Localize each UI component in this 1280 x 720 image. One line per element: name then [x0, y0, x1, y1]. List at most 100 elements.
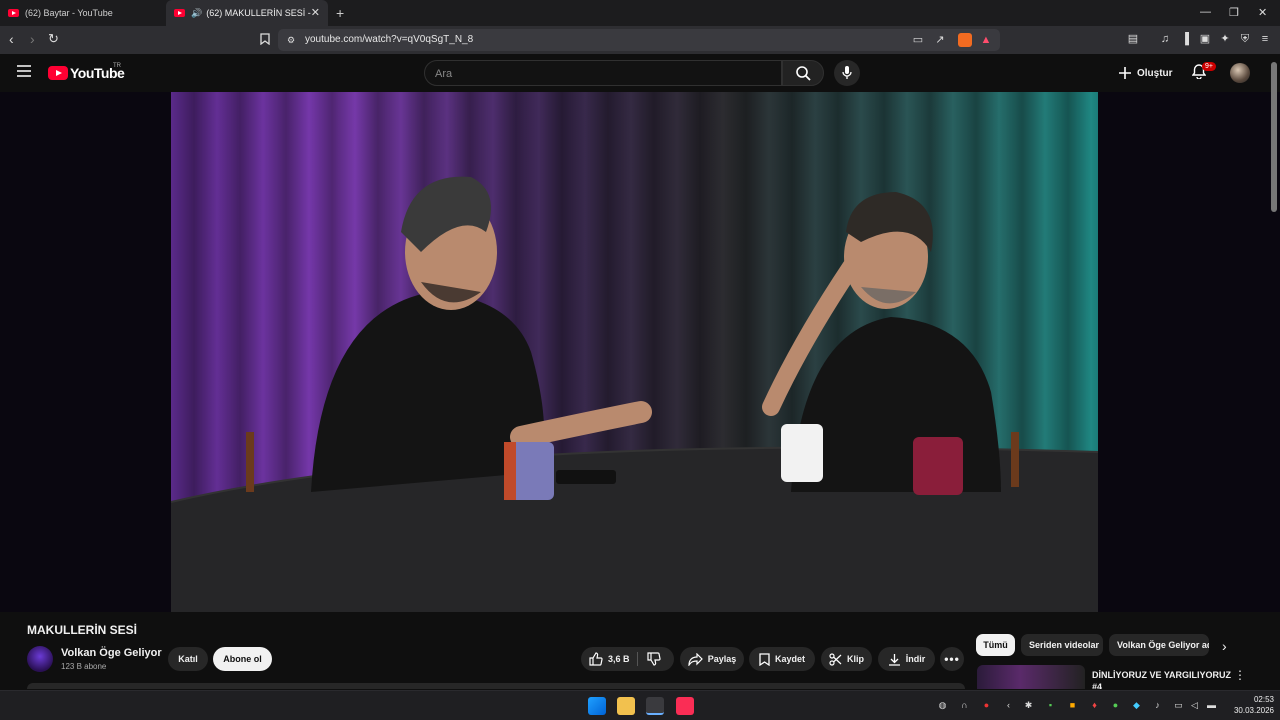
like-divider: [637, 652, 638, 666]
leo-ai-icon[interactable]: ✦: [1219, 33, 1231, 45]
join-label: Katıl: [178, 654, 198, 664]
cast-icon[interactable]: ▭: [912, 34, 924, 46]
tab-title: (62) MAKULLERİN SESİ - YouT: [206, 8, 314, 18]
tray-app-icon[interactable]: ●: [1110, 700, 1121, 711]
video-player[interactable]: [171, 92, 1098, 612]
tray-app-icon[interactable]: ♦: [1089, 700, 1100, 711]
youtube-logo-icon[interactable]: [48, 66, 68, 80]
chip-label: Volkan Öge Geliyor ad: [1117, 640, 1209, 650]
search-button[interactable]: [782, 60, 824, 86]
search-icon: [796, 66, 811, 81]
share-icon: [688, 652, 703, 666]
tray-icon[interactable]: ◍: [937, 700, 948, 711]
browser-tab-strip: (62) Baytar - YouTube 🔊 (62) MAKULLERİN …: [0, 0, 1280, 26]
search-placeholder: Ara: [435, 68, 453, 80]
brave-browser-icon[interactable]: [646, 697, 664, 715]
tray-app-icon[interactable]: ●: [981, 700, 992, 711]
clip-label: Klip: [847, 654, 864, 664]
tray-app-icon[interactable]: ◆: [1131, 700, 1142, 711]
join-button[interactable]: Katıl: [168, 647, 208, 671]
like-button[interactable]: 3,6 B: [589, 652, 630, 666]
tray-app-icon[interactable]: ‹: [1003, 700, 1014, 711]
user-avatar[interactable]: [1230, 63, 1250, 83]
sidebar-icon[interactable]: ▐: [1179, 33, 1191, 45]
new-tab-button[interactable]: +: [336, 5, 344, 21]
site-info-icon[interactable]: ⚙: [285, 34, 297, 46]
chip-all[interactable]: Tümü: [976, 634, 1015, 656]
vpn-icon[interactable]: ⛨: [1239, 33, 1251, 45]
speaker-icon[interactable]: 🔊: [191, 8, 202, 19]
description-box[interactable]: [27, 683, 965, 689]
file-explorer-icon[interactable]: [617, 697, 635, 715]
channel-name[interactable]: Volkan Öge Geliyor: [61, 647, 162, 659]
voice-search-button[interactable]: [834, 60, 860, 86]
dislike-button[interactable]: [647, 652, 666, 668]
scissors-icon: [829, 652, 842, 666]
country-code: TR: [113, 63, 121, 69]
thumbs-up-icon: [589, 652, 603, 666]
bookmark-icon[interactable]: [259, 33, 271, 46]
chip-channel[interactable]: Volkan Öge Geliyor ad: [1109, 634, 1209, 656]
download-button[interactable]: İndir: [878, 647, 935, 671]
forward-icon[interactable]: ›: [30, 31, 35, 47]
subscribe-button[interactable]: Abone ol: [213, 647, 272, 671]
more-actions-button[interactable]: •••: [940, 647, 964, 671]
clock-time[interactable]: 02:53: [1238, 695, 1274, 704]
address-bar[interactable]: ⚙ youtube.com/watch?v=qV0qSgT_N_8 ▭ ↗ ▲: [278, 29, 1000, 51]
notification-count-badge: 9+: [1202, 62, 1216, 71]
browser-toolbar: ‹ › ↻ ⚙ youtube.com/watch?v=qV0qSgT_N_8 …: [0, 26, 1280, 54]
page-scrollbar[interactable]: [1271, 62, 1277, 212]
save-label: Kaydet: [774, 654, 805, 664]
menu-icon[interactable]: ≡: [1259, 33, 1271, 45]
tab-title: (62) Baytar - YouTube: [25, 8, 113, 18]
reader-mode-icon[interactable]: ▤: [1127, 33, 1139, 45]
media-icon[interactable]: ♫: [1159, 33, 1171, 45]
video-title: MAKULLERİN SESİ: [27, 623, 138, 637]
wallet-icon[interactable]: ▣: [1199, 33, 1211, 45]
search-input[interactable]: Ara: [424, 60, 782, 86]
clock-date[interactable]: 30.03.2026: [1224, 706, 1274, 715]
share-page-icon[interactable]: ↗: [934, 34, 946, 46]
channel-avatar[interactable]: [27, 646, 53, 672]
youtube-favicon-icon: [174, 9, 185, 17]
share-button[interactable]: Paylaş: [680, 647, 744, 671]
chip-label: Seriden videolar: [1029, 640, 1100, 650]
minimize-icon[interactable]: —: [1200, 6, 1211, 18]
save-bookmark-icon: [759, 652, 770, 666]
url-text: youtube.com/watch?v=qV0qSgT_N_8: [305, 34, 474, 45]
back-icon[interactable]: ‹: [9, 31, 14, 47]
reload-icon[interactable]: ↻: [48, 31, 59, 47]
more-vertical-icon[interactable]: ⋮: [1234, 668, 1246, 682]
subscriber-count: 123 B abone: [61, 662, 107, 671]
browser-tab[interactable]: (62) Baytar - YouTube: [0, 0, 164, 26]
share-label: Paylaş: [707, 654, 737, 664]
more-horizontal-icon: •••: [944, 652, 960, 666]
recommendation-thumbnail[interactable]: [977, 665, 1085, 689]
browser-tab-active[interactable]: 🔊 (62) MAKULLERİN SESİ - YouT ✕: [166, 0, 328, 26]
close-window-icon[interactable]: ✕: [1258, 6, 1267, 19]
recommendation-title[interactable]: DİNLİYORUZ VE YARGILIYORUZ #4: [1092, 669, 1232, 689]
chip-label: Tümü: [983, 640, 1008, 650]
close-tab-icon[interactable]: ✕: [311, 6, 320, 19]
tray-app-icon[interactable]: ▪: [1045, 700, 1056, 711]
tray-app-icon[interactable]: ✱: [1023, 700, 1034, 711]
windows-start-icon[interactable]: [588, 697, 606, 715]
volume-icon[interactable]: ◁: [1189, 700, 1200, 711]
headphones-icon[interactable]: ∩: [959, 700, 970, 711]
brave-rewards-icon[interactable]: ▲: [980, 34, 992, 46]
network-icon[interactable]: ▭: [1173, 700, 1184, 711]
hamburger-menu-icon[interactable]: [17, 64, 31, 82]
save-button[interactable]: Kaydet: [749, 647, 815, 671]
download-icon: [888, 653, 900, 666]
microphone-tray-icon[interactable]: ♪: [1152, 700, 1163, 711]
restore-icon[interactable]: ❐: [1229, 6, 1239, 19]
chevron-right-icon[interactable]: ›: [1222, 638, 1227, 654]
youtube-favicon-icon: [8, 9, 19, 17]
tray-app-icon[interactable]: ■: [1067, 700, 1078, 711]
brave-shields-icon[interactable]: [958, 33, 972, 47]
clip-button[interactable]: Klip: [821, 647, 872, 671]
music-app-icon[interactable]: [676, 697, 694, 715]
create-button[interactable]: Oluştur: [1118, 63, 1173, 83]
chip-series-videos[interactable]: Seriden videolar: [1021, 634, 1103, 656]
battery-icon[interactable]: ▬: [1206, 700, 1217, 711]
